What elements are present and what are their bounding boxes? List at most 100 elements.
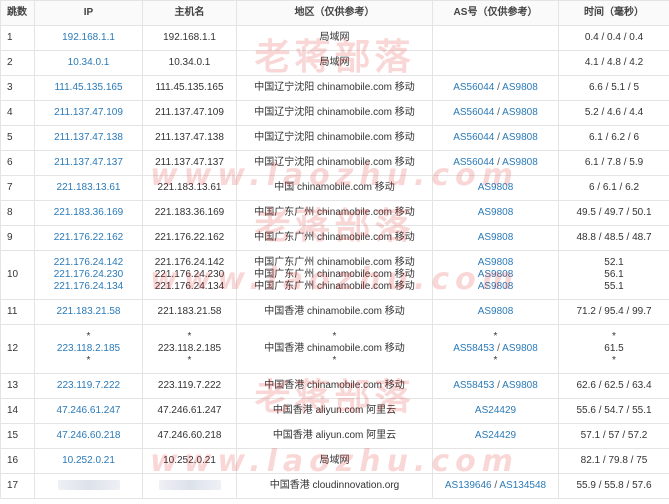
time-cell: 55.9 / 55.8 / 57.6	[558, 473, 669, 499]
region-cell: 中国 chinamobile.com 移动	[236, 175, 433, 201]
region-text: 中国香港 aliyun.com 阿里云	[272, 405, 397, 416]
as-link[interactable]: AS56044	[453, 157, 494, 168]
latency-text: 6.1 / 7.8 / 5.9	[584, 157, 644, 168]
as-link[interactable]: AS9808	[478, 257, 514, 268]
hostname-cell	[142, 473, 237, 499]
time-cell: 52.1 56.1 55.1	[558, 250, 669, 300]
as-link[interactable]: AS9808	[478, 306, 514, 317]
header-time: 时间（毫秒）	[558, 0, 669, 26]
table-row: 14 47.246.61.247 47.246.61.247 中国香港 aliyun.…	[0, 398, 669, 424]
hostname-text: 223.119.7.222	[157, 380, 222, 391]
ip-link[interactable]: 111.45.135.165	[37, 82, 140, 94]
ip-link[interactable]: 47.246.61.247	[37, 405, 140, 417]
region-cell: 中国广东广州 chinamobile.com 移动	[236, 225, 433, 251]
ip-link[interactable]: 221.176.22.162	[37, 232, 140, 244]
hostname-cell: 192.168.1.1	[142, 25, 237, 51]
as-link[interactable]: AS139646	[445, 480, 492, 491]
latency-text: 5.2 / 4.6 / 4.4	[584, 107, 644, 118]
hostname-cell: 10.252.0.21	[142, 448, 237, 474]
as-line: AS9808	[435, 269, 556, 281]
as-link[interactable]: AS56044	[453, 132, 494, 143]
hop-number: 9	[0, 225, 35, 251]
region-text: 中国香港 chinamobile.com 移动	[264, 306, 405, 317]
hostname-cell: 221.176.24.142 221.176.24.230 221.176.24.1…	[142, 250, 237, 300]
region-text: 中国香港 cloudinnovation.org	[269, 480, 400, 491]
hostname-cell: 111.45.135.165	[142, 75, 237, 101]
ip-cell: 221.183.36.169	[34, 200, 143, 226]
as-line: AS9808	[435, 182, 556, 194]
as-link[interactable]: AS58453	[453, 343, 494, 354]
as-link[interactable]: AS9808	[502, 107, 538, 118]
latency-text: 56.1	[604, 269, 624, 280]
region-text: 局域网	[319, 32, 350, 43]
ip-link[interactable]: 221.183.36.169	[37, 207, 140, 219]
hop-number: 3	[0, 75, 35, 101]
ip-cell: 211.137.47.138	[34, 125, 143, 151]
table-row: 16 10.252.0.21 10.252.0.21 局域网 82.1 / 79.8 /…	[0, 448, 669, 474]
as-line: AS24429	[435, 405, 556, 417]
hostname-text: 221.176.24.134	[154, 281, 225, 292]
latency-text: 55.9 / 55.8 / 57.6	[576, 480, 652, 491]
ip-link[interactable]: 10.252.0.21	[37, 455, 140, 467]
ip-link[interactable]: 223.119.7.222	[37, 380, 140, 392]
time-cell: 82.1 / 79.8 / 75	[558, 448, 669, 474]
ip-link[interactable]: 223.118.2.185	[37, 343, 140, 355]
ip-link[interactable]: 221.176.24.134	[37, 281, 140, 293]
hop-number: 2	[0, 50, 35, 76]
hostname-cell: 10.34.0.1	[142, 50, 237, 76]
as-link[interactable]: AS9808	[478, 269, 514, 280]
header-region: 地区（仅供参考）	[236, 0, 433, 26]
ip-link[interactable]: 221.176.24.142	[37, 257, 140, 269]
as-cell: AS24429	[432, 398, 559, 424]
ip-link[interactable]: 10.34.0.1	[37, 57, 140, 69]
as-link[interactable]: AS9808	[478, 182, 514, 193]
ip-link[interactable]: 221.176.24.230	[37, 269, 140, 281]
table-body: 1 192.168.1.1 192.168.1.1 局域网 0.4 / 0.4 / 0.…	[0, 25, 669, 499]
ip-cell: 111.45.135.165	[34, 75, 143, 101]
timeout-marker: *	[86, 355, 91, 366]
as-link[interactable]: AS58453	[453, 380, 494, 391]
as-link[interactable]: AS9808	[502, 380, 538, 391]
hop-number: 17	[0, 473, 35, 499]
as-link[interactable]: AS24429	[475, 405, 516, 416]
table-row: 3 111.45.135.165 111.45.135.165 中国辽宁沈阳 chin…	[0, 75, 669, 101]
region-cell: 中国香港 cloudinnovation.org	[236, 473, 433, 499]
ip-link[interactable]: 192.168.1.1	[37, 32, 140, 44]
as-link[interactable]: AS56044	[453, 107, 494, 118]
hostname-text: 10.252.0.21	[163, 455, 216, 466]
as-cell: AS56044 / AS9808	[432, 150, 559, 176]
ip-link[interactable]: 47.246.60.218	[37, 430, 140, 442]
ip-link[interactable]: 211.137.47.138	[37, 132, 140, 144]
hostname-text: 192.168.1.1	[163, 32, 216, 43]
table-row: 10 221.176.24.142 221.176.24.230 221.176.24…	[0, 250, 669, 300]
hop-number: 10	[0, 250, 35, 300]
hop-number: 11	[0, 299, 35, 325]
region-cell: 局域网	[236, 50, 433, 76]
latency-text: 61.5	[604, 343, 624, 354]
timeout-marker: *	[493, 331, 498, 342]
as-separator: /	[494, 380, 503, 391]
ip-link[interactable]: 221.183.21.58	[37, 306, 140, 318]
ip-link[interactable]: 211.137.47.109	[37, 107, 140, 119]
ip-link[interactable]: 211.137.47.137	[37, 157, 140, 169]
as-link[interactable]: AS9808	[502, 82, 538, 93]
as-link[interactable]: AS9808	[478, 207, 514, 218]
hostname-text: 10.34.0.1	[168, 57, 211, 68]
ip-link[interactable]: 221.183.13.61	[37, 182, 140, 194]
as-line: AS24429	[435, 430, 556, 442]
as-link[interactable]: AS9808	[478, 281, 514, 292]
latency-text: 49.5 / 49.7 / 50.1	[576, 207, 652, 218]
as-link[interactable]: AS24429	[475, 430, 516, 441]
as-link[interactable]: AS9808	[478, 232, 514, 243]
region-text: 中国辽宁沈阳 chinamobile.com 移动	[254, 82, 415, 93]
as-link[interactable]: AS56044	[453, 82, 494, 93]
as-line: AS58453 / AS9808	[435, 380, 556, 392]
redacted-ip	[57, 480, 120, 491]
region-text: 局域网	[319, 455, 350, 466]
as-link[interactable]: AS134548	[499, 480, 546, 491]
ip-cell: 211.137.47.109	[34, 100, 143, 126]
as-link[interactable]: AS9808	[502, 157, 538, 168]
hop-number: 14	[0, 398, 35, 424]
as-link[interactable]: AS9808	[502, 132, 538, 143]
as-link[interactable]: AS9808	[502, 343, 538, 354]
